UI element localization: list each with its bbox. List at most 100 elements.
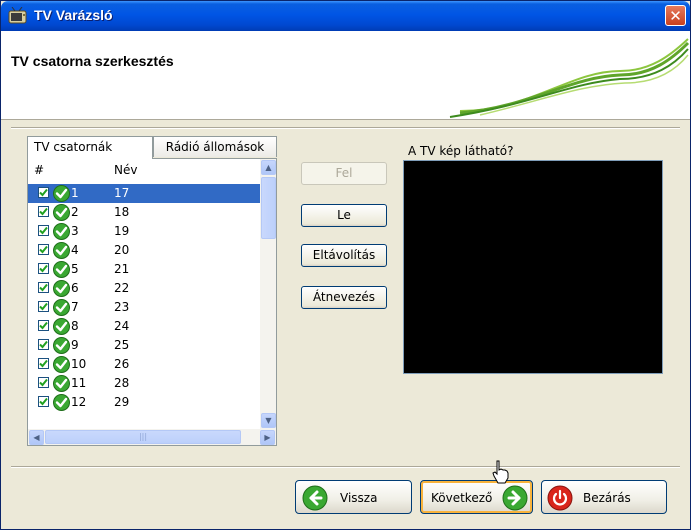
scroll-right-button[interactable]: ▶ — [260, 430, 275, 445]
green-check-icon — [53, 261, 70, 278]
green-right-arrow-icon — [502, 485, 528, 511]
table-row[interactable]: 5 21 — [28, 260, 262, 279]
green-check-icon — [53, 337, 70, 354]
vertical-scrollbar[interactable]: ▲ ▼ — [260, 159, 276, 429]
green-check-icon — [53, 299, 70, 316]
green-check-icon — [53, 242, 70, 259]
red-power-icon — [547, 485, 573, 511]
tab-radio-stations[interactable]: Rádió állomások — [153, 136, 277, 157]
wizard-window: TV Varázsló ✕ TV csatorna szerkesztés TV… — [0, 0, 691, 530]
checkmark-icon — [39, 226, 48, 235]
scroll-up-button[interactable]: ▲ — [261, 160, 276, 175]
table-row[interactable]: 10 26 — [28, 355, 262, 374]
checkmark-icon — [39, 245, 48, 254]
checkmark-icon — [39, 340, 48, 349]
channel-list-panel: # Név 1 17 2 18 3 19 4 20 5 21 6 22 7 23 8 24 9 25 10 26 11 2… — [27, 158, 277, 446]
table-row[interactable]: 1 17 — [28, 184, 262, 203]
tv-preview — [403, 160, 663, 374]
row-name: 25 — [114, 338, 130, 352]
table-row[interactable]: 2 18 — [28, 203, 262, 222]
scroll-left-button[interactable]: ◀ — [29, 430, 44, 445]
list-header: # Név — [28, 159, 262, 181]
row-name: 18 — [114, 205, 130, 219]
close-window-button[interactable]: ✕ — [665, 5, 686, 26]
wizard-header: TV csatorna szerkesztés — [1, 31, 690, 120]
back-button[interactable]: Vissza — [295, 480, 412, 514]
next-button[interactable]: Következő — [420, 480, 533, 514]
table-row[interactable]: 8 24 — [28, 317, 262, 336]
rename-button[interactable]: Átnevezés — [301, 286, 387, 309]
tab-tv-channels[interactable]: TV csatornák — [27, 136, 153, 159]
horizontal-scroll-thumb[interactable]: ||| — [45, 430, 241, 444]
page-title: TV csatorna szerkesztés — [11, 53, 174, 69]
green-check-icon — [53, 223, 70, 240]
row-checkbox[interactable] — [38, 187, 49, 198]
row-checkbox[interactable] — [38, 320, 49, 331]
row-number: 9 — [71, 338, 79, 352]
horizontal-scrollbar[interactable]: ◀ ||| ▶ — [28, 429, 276, 445]
column-header-name[interactable]: Név — [114, 163, 137, 177]
row-checkbox[interactable] — [38, 263, 49, 274]
separator-top — [11, 127, 680, 129]
green-check-icon — [53, 394, 70, 411]
table-row[interactable]: 9 25 — [28, 336, 262, 355]
row-number: 10 — [71, 357, 87, 371]
row-name: 24 — [114, 319, 130, 333]
row-checkbox[interactable] — [38, 377, 49, 388]
vertical-scroll-thumb[interactable] — [261, 177, 276, 239]
hand-cursor-icon — [492, 460, 509, 484]
row-checkbox[interactable] — [38, 396, 49, 407]
scroll-down-button[interactable]: ▼ — [261, 413, 276, 428]
row-checkbox[interactable] — [38, 244, 49, 255]
move-down-button[interactable]: Le — [301, 204, 387, 227]
table-row[interactable]: 3 19 — [28, 222, 262, 241]
row-name: 17 — [114, 186, 130, 200]
row-name: 20 — [114, 243, 130, 257]
row-name: 19 — [114, 224, 130, 238]
row-name: 29 — [114, 395, 130, 409]
preview-question: A TV kép látható? — [408, 144, 514, 158]
checkmark-icon — [39, 188, 48, 197]
checkmark-icon — [39, 378, 48, 387]
row-checkbox[interactable] — [38, 282, 49, 293]
row-checkbox[interactable] — [38, 206, 49, 217]
row-name: 28 — [114, 376, 130, 390]
separator-bottom — [11, 466, 680, 468]
table-row[interactable]: 11 28 — [28, 374, 262, 393]
row-number: 8 — [71, 319, 79, 333]
checkmark-icon — [39, 397, 48, 406]
row-checkbox[interactable] — [38, 225, 49, 236]
title-bar[interactable]: TV Varázsló ✕ — [1, 1, 690, 31]
remove-button[interactable]: Eltávolítás — [301, 244, 387, 267]
row-number: 6 — [71, 281, 79, 295]
row-checkbox[interactable] — [38, 358, 49, 369]
column-header-number[interactable]: # — [34, 163, 44, 177]
table-row[interactable]: 12 29 — [28, 393, 262, 412]
checkmark-icon — [39, 264, 48, 273]
checkmark-icon — [39, 207, 48, 216]
row-number: 2 — [71, 205, 79, 219]
row-number: 3 — [71, 224, 79, 238]
row-checkbox[interactable] — [38, 339, 49, 350]
move-up-button[interactable]: Fel — [301, 162, 387, 185]
row-checkbox[interactable] — [38, 301, 49, 312]
row-name: 23 — [114, 300, 130, 314]
table-row[interactable]: 4 20 — [28, 241, 262, 260]
row-number: 11 — [71, 376, 87, 390]
row-name: 22 — [114, 281, 130, 295]
channel-list: 1 17 2 18 3 19 4 20 5 21 6 22 7 23 8 24 9 25 10 26 11 28 12 29 — [28, 184, 262, 412]
green-left-arrow-icon — [302, 485, 328, 511]
checkmark-icon — [39, 302, 48, 311]
green-check-icon — [53, 356, 70, 373]
green-check-icon — [53, 318, 70, 335]
row-number: 4 — [71, 243, 79, 257]
row-number: 1 — [71, 186, 79, 200]
tv-icon — [8, 6, 28, 25]
row-number: 7 — [71, 300, 79, 314]
close-label: Bezárás — [583, 491, 631, 505]
close-button[interactable]: Bezárás — [541, 480, 667, 514]
checkmark-icon — [39, 359, 48, 368]
table-row[interactable]: 6 22 — [28, 279, 262, 298]
table-row[interactable]: 7 23 — [28, 298, 262, 317]
checkmark-icon — [39, 283, 48, 292]
